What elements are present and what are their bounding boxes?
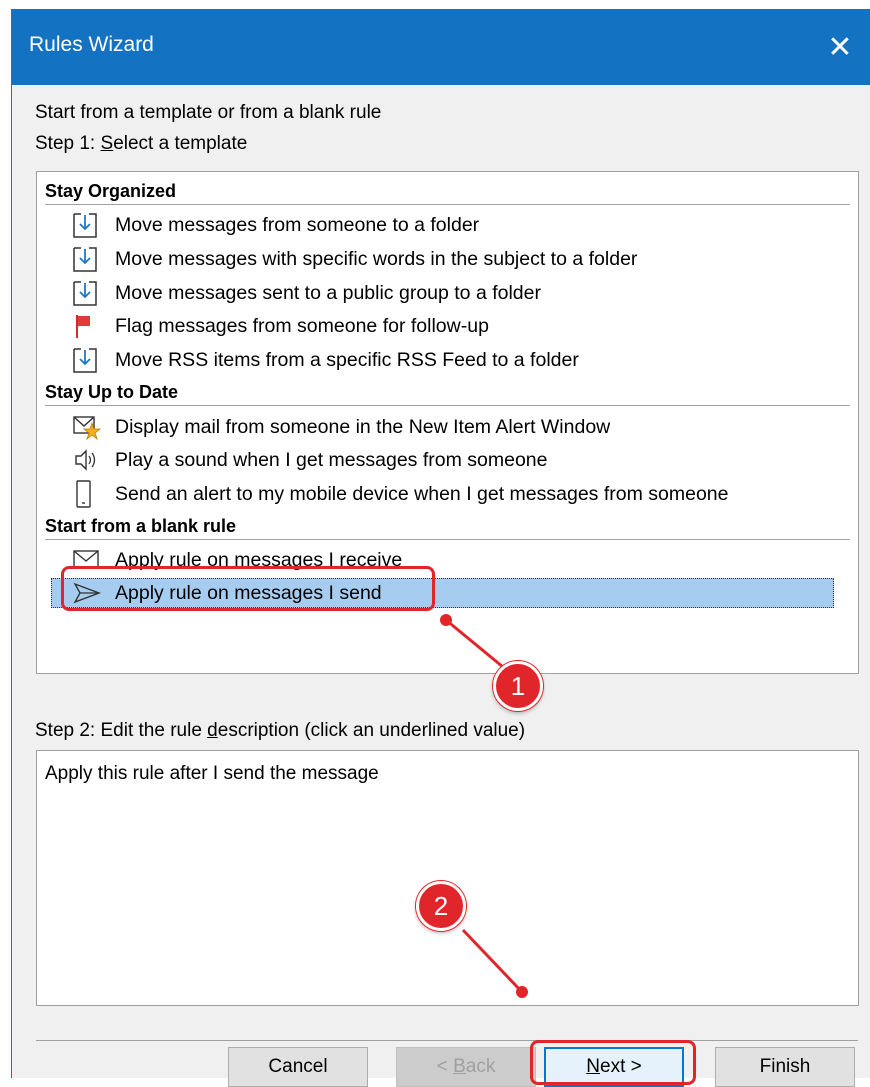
back-button[interactable]: < Back (396, 1047, 536, 1087)
group-header-stay-organized: Stay Organized (45, 181, 177, 201)
template-move-specific-words[interactable]: Move messages with specific words in the… (73, 244, 637, 274)
cancel-button[interactable]: Cancel (228, 1047, 368, 1087)
step2-label: Step 2: Edit the rule description (click… (35, 720, 526, 741)
group-divider (45, 539, 850, 540)
mobile-device-icon (73, 480, 107, 508)
move-to-folder-icon (73, 279, 107, 307)
annotation-highlight-send-rule (61, 566, 435, 611)
new-item-alert-icon (73, 413, 107, 441)
title-bar: Rules Wizard ✕ (12, 9, 870, 85)
flag-icon (73, 312, 107, 340)
move-to-folder-icon (73, 211, 107, 239)
template-move-from-someone[interactable]: Move messages from someone to a folder (73, 210, 479, 240)
template-mobile-alert[interactable]: Send an alert to my mobile device when I… (73, 479, 728, 509)
group-header-stay-up-to-date: Stay Up to Date (45, 382, 179, 402)
group-divider (45, 204, 850, 205)
template-move-rss[interactable]: Move RSS items from a specific RSS Feed … (73, 345, 579, 375)
close-icon: ✕ (827, 30, 853, 64)
template-move-public-group[interactable]: Move messages sent to a public group to … (73, 278, 541, 308)
speaker-icon (73, 446, 107, 474)
rule-description-box[interactable]: Apply this rule after I send the message (36, 750, 859, 1006)
rule-description-text: Apply this rule after I send the message (45, 763, 379, 784)
template-play-sound[interactable]: Play a sound when I get messages from so… (73, 445, 548, 475)
close-button[interactable]: ✕ (810, 9, 870, 85)
dialog-title: Rules Wizard (29, 33, 154, 56)
template-flag-followup[interactable]: Flag messages from someone for follow-up (73, 311, 489, 341)
step1-label: Step 1: Select a template (35, 133, 248, 154)
finish-button[interactable]: Finish (715, 1047, 855, 1087)
annotation-badge-2: 2 (416, 881, 466, 931)
annotation-highlight-next-button (530, 1040, 696, 1085)
annotation-badge-1: 1 (493, 661, 543, 711)
intro-label: Start from a template or from a blank ru… (35, 102, 382, 123)
button-separator (36, 1040, 858, 1041)
group-divider (45, 405, 850, 406)
move-to-folder-icon (73, 346, 107, 374)
template-new-item-alert[interactable]: Display mail from someone in the New Ite… (73, 412, 610, 442)
move-to-folder-icon (73, 245, 107, 273)
group-header-blank-rule: Start from a blank rule (45, 516, 237, 536)
